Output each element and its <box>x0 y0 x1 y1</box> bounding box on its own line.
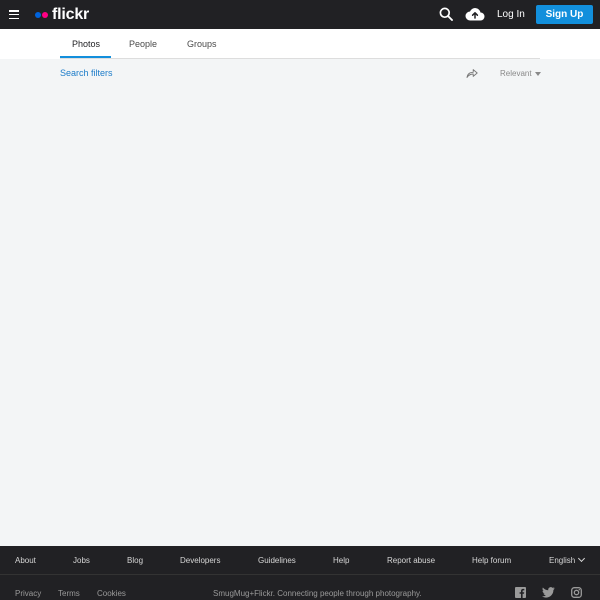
footer-link-guidelines[interactable]: Guidelines <box>258 556 296 565</box>
share-arrow-icon[interactable] <box>466 68 478 78</box>
language-label: English <box>549 556 576 565</box>
footer-link-help[interactable]: Help <box>333 556 349 565</box>
footer-link-help-forum[interactable]: Help forum <box>472 556 511 565</box>
logo-pink-dot <box>42 11 48 18</box>
facebook-icon[interactable] <box>515 587 526 598</box>
language-selector[interactable]: English <box>549 554 586 565</box>
search-tabs: Photos People Groups <box>60 29 540 59</box>
cloud-upload-icon[interactable] <box>465 7 485 21</box>
footer-link-report-abuse[interactable]: Report abuse <box>387 556 435 565</box>
search-tabs-bar: Photos People Groups <box>0 29 600 59</box>
tab-people[interactable]: People <box>129 39 157 49</box>
footer-link-cookies[interactable]: Cookies <box>97 589 126 598</box>
signup-button[interactable]: Sign Up <box>536 5 593 24</box>
footer-link-blog[interactable]: Blog <box>127 556 143 565</box>
footer-link-jobs[interactable]: Jobs <box>73 556 90 565</box>
active-tab-indicator <box>60 56 111 58</box>
footer: About Jobs Blog Developers Guidelines He… <box>0 546 600 600</box>
logo-wordmark: flickr <box>52 5 90 23</box>
footer-link-about[interactable]: About <box>15 556 36 565</box>
footer-link-developers[interactable]: Developers <box>180 556 220 565</box>
tab-groups[interactable]: Groups <box>187 39 217 49</box>
tab-photos[interactable]: Photos <box>72 39 100 49</box>
instagram-icon[interactable] <box>571 587 582 598</box>
search-filters-link[interactable]: Search filters <box>60 68 113 78</box>
login-link[interactable]: Log In <box>497 9 525 20</box>
footer-tagline: SmugMug+Flickr. Connecting people throug… <box>213 589 422 598</box>
caret-down-icon <box>534 71 541 76</box>
sort-label: Relevant <box>500 69 532 78</box>
search-icon[interactable] <box>439 7 453 21</box>
footer-link-terms[interactable]: Terms <box>58 589 80 598</box>
footer-links: About Jobs Blog Developers Guidelines He… <box>0 546 600 575</box>
flickr-logo[interactable]: flickr <box>35 6 89 23</box>
sort-dropdown[interactable]: Relevant <box>500 69 541 78</box>
hamburger-icon[interactable] <box>9 10 19 20</box>
twitter-icon[interactable] <box>542 587 555 598</box>
top-navbar: flickr Log In Sign Up <box>0 0 600 29</box>
footer-link-privacy[interactable]: Privacy <box>15 589 41 598</box>
logo-blue-dot <box>35 11 41 18</box>
chevron-down-icon <box>578 554 586 563</box>
